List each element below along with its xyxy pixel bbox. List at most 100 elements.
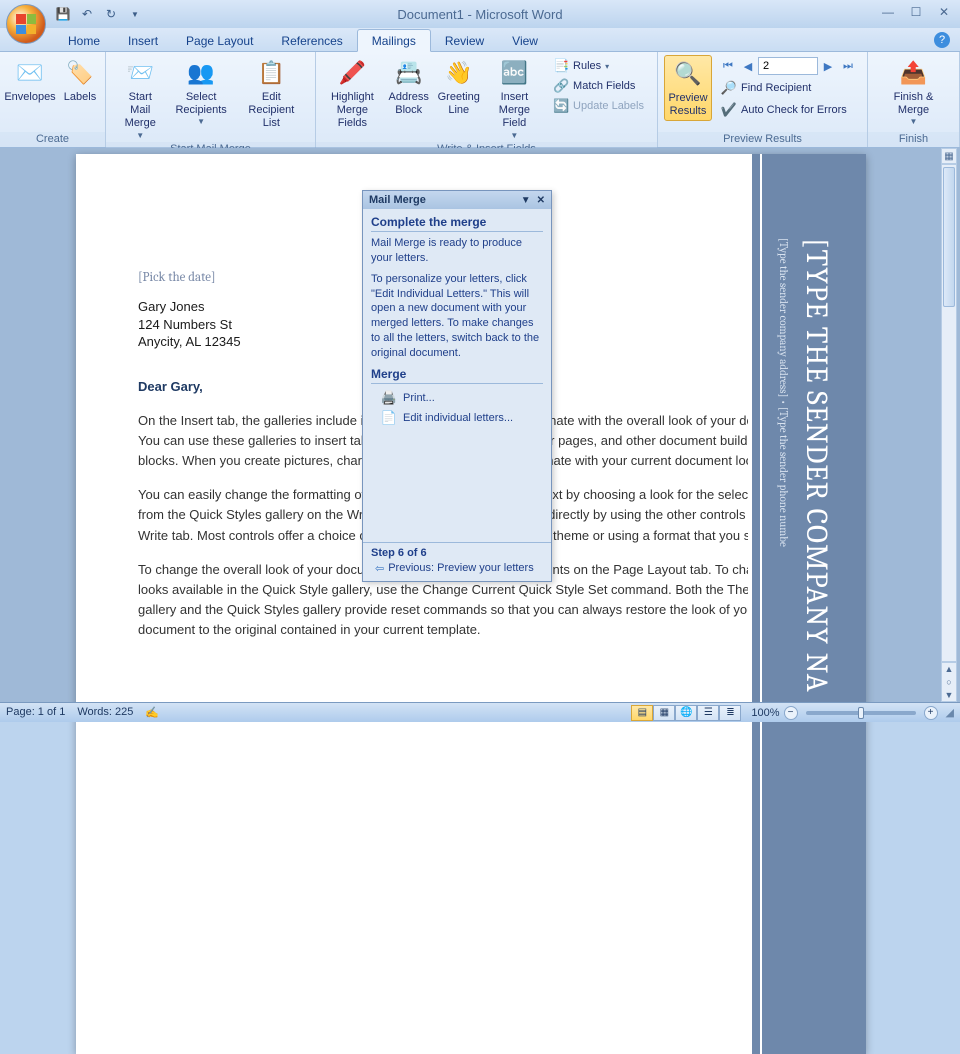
next-record-button[interactable]: ▶ [818, 57, 838, 75]
view-buttons: ▤ ▦ 🌐 ☰ ≣ [631, 705, 741, 721]
taskpane-titlebar[interactable]: Mail Merge ▼ ✕ [363, 191, 551, 209]
auto-check-errors-button[interactable]: ✔️ Auto Check for Errors [718, 101, 858, 119]
highlight-merge-fields-button[interactable]: 🖍️ Highlight Merge Fields [322, 55, 383, 133]
outline-view-button[interactable]: ☰ [697, 705, 719, 721]
qat-dropdown-icon[interactable]: ▼ [126, 5, 144, 23]
zoom-level[interactable]: 100% [751, 707, 779, 719]
chevron-down-icon: ▼ [510, 131, 518, 141]
save-icon[interactable]: 💾 [54, 5, 72, 23]
finish-merge-button[interactable]: 📤 Finish & Merge ▼ [888, 55, 940, 129]
print-link[interactable]: 🖨️ Print... [371, 388, 543, 408]
taskpane-text-ready: Mail Merge is ready to produce your lett… [371, 236, 543, 266]
web-layout-view-button[interactable]: 🌐 [675, 705, 697, 721]
start-mail-merge-label: Start Mail Merge [118, 91, 163, 131]
match-icon: 🔗 [553, 78, 569, 94]
edit-recipient-list-button[interactable]: 📋 Edit Recipient List [234, 55, 309, 133]
rules-icon: 📑 [553, 58, 569, 74]
rules-button[interactable]: 📑Rules ▾ [550, 57, 647, 75]
insert-merge-field-label: Insert Merge Field [491, 91, 538, 131]
update-labels-label: Update Labels [573, 100, 644, 112]
letterhead-sidebar: [TYPE THE SENDER COMPANY NA [Type the se… [748, 154, 866, 1054]
match-fields-button[interactable]: 🔗Match Fields [550, 77, 647, 95]
print-layout-view-button[interactable]: ▤ [631, 705, 653, 721]
draft-view-button[interactable]: ≣ [719, 705, 741, 721]
mail-merge-taskpane: Mail Merge ▼ ✕ Complete the merge Mail M… [362, 190, 552, 582]
sender-company-name[interactable]: [TYPE THE SENDER COMPANY NA [799, 238, 834, 693]
ribbon-tabs: Home Insert Page Layout References Maili… [0, 28, 960, 52]
close-button[interactable]: ✕ [934, 4, 954, 20]
address-block-label: Address Block [389, 91, 429, 117]
group-label-preview: Preview Results [658, 132, 867, 147]
taskpane-menu-icon[interactable]: ▼ [521, 195, 531, 206]
wizard-previous-link[interactable]: ⇦ Previous: Preview your letters [371, 562, 543, 575]
ruler-toggle[interactable]: ▦ [941, 148, 957, 164]
tab-insert[interactable]: Insert [114, 30, 172, 51]
find-icon: 🔎 [721, 80, 737, 96]
help-icon[interactable]: ? [934, 32, 950, 48]
insert-merge-field-button[interactable]: 🔤 Insert Merge Field ▼ [485, 55, 544, 142]
preview-results-button[interactable]: 🔍 Preview Results [664, 55, 712, 121]
word-count[interactable]: Words: 225 [77, 706, 133, 719]
prev-record-button[interactable]: ◀ [738, 57, 758, 75]
window-title: Document1 - Microsoft Word [0, 7, 960, 22]
edit-individual-letters-link[interactable]: 📄 Edit individual letters... [371, 408, 543, 428]
tab-view[interactable]: View [498, 30, 552, 51]
labels-label: Labels [64, 91, 96, 104]
first-record-button[interactable]: ⏮ [718, 57, 738, 75]
full-screen-view-button[interactable]: ▦ [653, 705, 675, 721]
auto-check-label: Auto Check for Errors [741, 104, 847, 116]
check-icon: ✔️ [721, 102, 737, 118]
wizard-previous-label: Previous: Preview your letters [388, 562, 534, 574]
taskpane-close-icon[interactable]: ✕ [537, 195, 545, 206]
greeting-icon: 👋 [443, 57, 475, 89]
sender-company-address[interactable]: [Type the sender company address] • [Typ… [777, 238, 790, 547]
taskpane-title: Mail Merge [369, 194, 426, 206]
tab-page-layout[interactable]: Page Layout [172, 30, 267, 51]
printer-icon: 🖨️ [381, 390, 397, 406]
labels-icon: 🏷️ [64, 57, 96, 89]
vertical-scrollbar[interactable] [941, 164, 957, 662]
edit-list-icon: 📋 [255, 57, 287, 89]
finish-icon: 📤 [898, 57, 930, 89]
zoom-out-button[interactable]: − [784, 706, 798, 720]
undo-icon[interactable]: ↶ [78, 5, 96, 23]
maximize-button[interactable]: ☐ [906, 4, 926, 20]
tab-references[interactable]: References [267, 30, 356, 51]
labels-button[interactable]: 🏷️ Labels [56, 55, 104, 106]
last-record-button[interactable]: ⏭ [838, 57, 858, 75]
zoom-in-button[interactable]: + [924, 706, 938, 720]
address-block-button[interactable]: 📇 Address Block [385, 55, 433, 119]
chevron-down-icon: ▾ [605, 62, 609, 71]
tab-review[interactable]: Review [431, 30, 498, 51]
find-recipient-button[interactable]: 🔎Find Recipient [718, 79, 858, 97]
preview-results-label: Preview Results [668, 92, 707, 118]
finish-merge-label: Finish & Merge [894, 91, 934, 117]
prev-page-button[interactable]: ▲ [942, 663, 956, 676]
ribbon: ✉️ Envelopes 🏷️ Labels Create 📨 Start Ma… [0, 52, 960, 148]
taskpane-heading-complete: Complete the merge [371, 215, 543, 232]
zoom-slider-thumb[interactable] [858, 707, 864, 719]
minimize-button[interactable]: — [878, 4, 898, 20]
greeting-line-label: Greeting Line [438, 91, 480, 117]
group-label-create: Create [0, 132, 105, 147]
proofing-icon[interactable]: ✍️ [145, 706, 159, 719]
redo-icon[interactable]: ↻ [102, 5, 120, 23]
start-mail-merge-button[interactable]: 📨 Start Mail Merge ▼ [112, 55, 169, 142]
resize-grip-icon[interactable]: ◢ [946, 706, 954, 719]
zoom-slider[interactable] [806, 711, 916, 715]
next-page-button[interactable]: ▼ [942, 688, 956, 701]
tab-home[interactable]: Home [54, 30, 114, 51]
office-button[interactable] [6, 4, 46, 44]
scrollbar-thumb[interactable] [943, 167, 955, 307]
greeting-line-button[interactable]: 👋 Greeting Line [435, 55, 483, 119]
envelopes-button[interactable]: ✉️ Envelopes [6, 55, 54, 106]
chevron-down-icon: ▼ [136, 131, 144, 141]
arrow-left-icon: ⇦ [375, 562, 384, 575]
record-number-input[interactable] [758, 57, 818, 75]
select-recipients-button[interactable]: 👥 Select Recipients ▼ [171, 55, 232, 129]
tab-mailings[interactable]: Mailings [357, 29, 431, 52]
browse-object-button[interactable]: ○ [942, 676, 956, 689]
chevron-down-icon: ▼ [910, 117, 918, 127]
page-indicator[interactable]: Page: 1 of 1 [6, 706, 65, 719]
document-icon: 📄 [381, 410, 397, 426]
